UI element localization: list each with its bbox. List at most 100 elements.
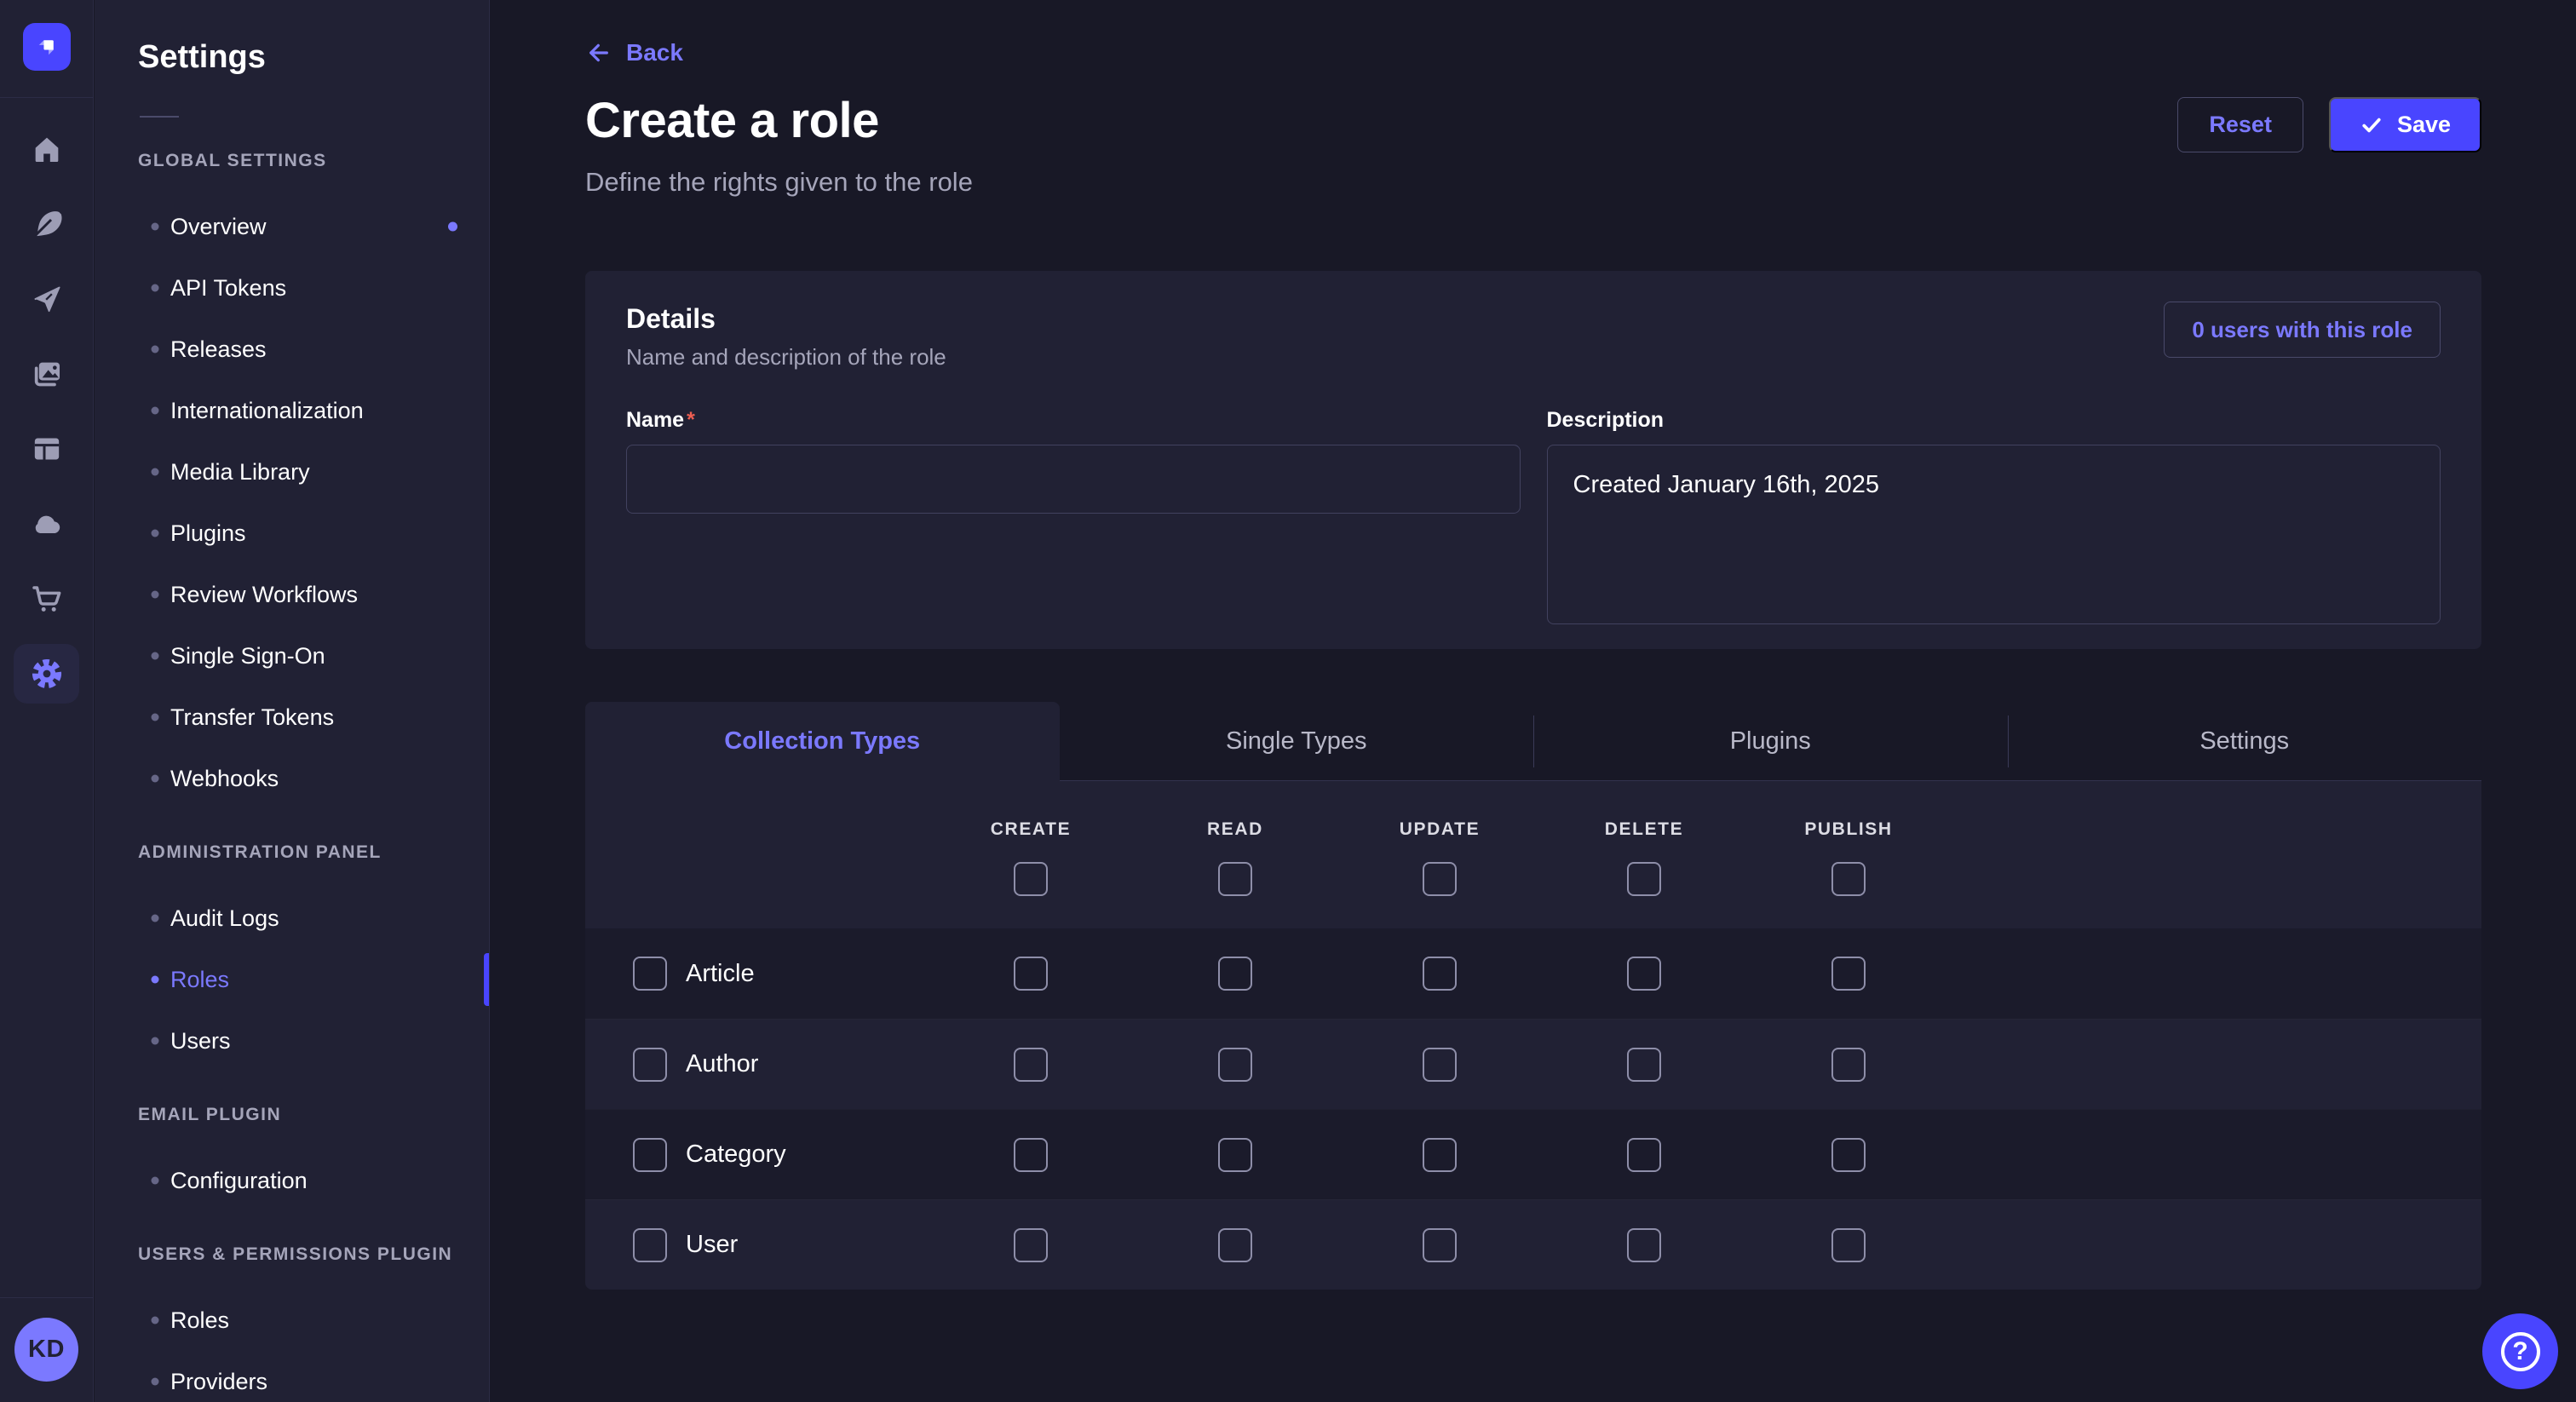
description-textarea[interactable]: Created January 16th, 2025	[1547, 445, 2441, 624]
users-with-role-button[interactable]: 0 users with this role	[2164, 302, 2441, 358]
tab-label: Collection Types	[724, 727, 920, 756]
strapi-logo[interactable]	[23, 23, 71, 71]
bullet-icon	[152, 714, 159, 721]
sidebar-item-releases[interactable]: Releases	[95, 319, 489, 380]
sidebar-item-plugins[interactable]: Plugins	[95, 503, 489, 564]
sidebar-item-label: Transfer Tokens	[170, 704, 334, 731]
sidebar-title-rule	[140, 116, 179, 118]
content-manager-icon[interactable]	[14, 411, 80, 486]
column-header: DELETE	[1605, 819, 1683, 840]
row-select-checkbox-user[interactable]	[633, 1228, 667, 1262]
permission-checkbox-author-create[interactable]	[1014, 1048, 1048, 1082]
sidebar-item-media-library[interactable]: Media Library	[95, 441, 489, 503]
permission-checkbox-author-update[interactable]	[1423, 1048, 1457, 1082]
nav-section-label: ADMINISTRATION PANEL	[138, 836, 489, 870]
permission-checkbox-article-create[interactable]	[1014, 957, 1048, 991]
reset-button[interactable]: Reset	[2177, 97, 2303, 152]
sidebar-item-label: Releases	[170, 336, 267, 363]
tab-separator	[1533, 715, 1534, 767]
marketplace-icon[interactable]	[14, 561, 80, 636]
avatar[interactable]: KD	[14, 1318, 78, 1382]
column-select-checkbox-create[interactable]	[1014, 862, 1048, 896]
tab-single-types[interactable]: Single Types	[1060, 702, 1534, 781]
permission-checkbox-article-publish[interactable]	[1831, 957, 1866, 991]
row-select-checkbox-article[interactable]	[633, 957, 667, 991]
permission-checkbox-user-read[interactable]	[1218, 1228, 1252, 1262]
sidebar-item-roles[interactable]: Roles	[95, 949, 489, 1010]
row-select-checkbox-category[interactable]	[633, 1138, 667, 1172]
bullet-icon	[152, 976, 159, 984]
column-header: READ	[1207, 819, 1263, 840]
permission-checkbox-user-publish[interactable]	[1831, 1228, 1866, 1262]
sidebar-item-label: Audit Logs	[170, 905, 279, 932]
back-label: Back	[626, 39, 683, 66]
permission-checkbox-category-create[interactable]	[1014, 1138, 1048, 1172]
bullet-icon	[152, 1037, 159, 1045]
bullet-icon	[152, 530, 159, 537]
notification-dot	[448, 222, 457, 232]
cloud-icon[interactable]	[14, 486, 80, 561]
permission-row-category: Category	[585, 1109, 2481, 1199]
column-select-checkbox-delete[interactable]	[1627, 862, 1661, 896]
bullet-icon	[152, 468, 159, 476]
sidebar-item-label: Review Workflows	[170, 582, 358, 608]
bullet-icon	[152, 223, 159, 231]
permission-checkbox-category-read[interactable]	[1218, 1138, 1252, 1172]
sidebar-item-review-workflows[interactable]: Review Workflows	[95, 564, 489, 625]
icon-rail: KD	[0, 0, 94, 1402]
sidebar-item-audit-logs[interactable]: Audit Logs	[95, 888, 489, 949]
permission-checkbox-user-update[interactable]	[1423, 1228, 1457, 1262]
permission-row-user: User	[585, 1199, 2481, 1290]
sidebar-item-webhooks[interactable]: Webhooks	[95, 748, 489, 809]
tab-collection-types[interactable]: Collection Types	[585, 702, 1060, 781]
permission-checkbox-category-delete[interactable]	[1627, 1138, 1661, 1172]
sidebar-item-internationalization[interactable]: Internationalization	[95, 380, 489, 441]
sidebar-item-single-sign-on[interactable]: Single Sign-On	[95, 625, 489, 687]
save-button[interactable]: Save	[2329, 97, 2481, 152]
permission-checkbox-category-update[interactable]	[1423, 1138, 1457, 1172]
sidebar-item-label: Providers	[170, 1369, 267, 1395]
sidebar-item-users[interactable]: Users	[95, 1010, 489, 1072]
deploy-icon[interactable]	[14, 261, 80, 336]
home-icon[interactable]	[14, 112, 80, 187]
bullet-icon	[152, 1317, 159, 1324]
bullet-icon	[152, 284, 159, 292]
nav-section-label: EMAIL PLUGIN	[138, 1098, 489, 1132]
details-card-subtitle: Name and description of the role	[626, 344, 946, 371]
permission-checkbox-user-create[interactable]	[1014, 1228, 1048, 1262]
sidebar-item-providers[interactable]: Providers	[95, 1351, 489, 1402]
help-button[interactable]: ?	[2482, 1313, 2558, 1389]
settings-nav-sections: GLOBAL SETTINGSOverviewAPI TokensRelease…	[95, 144, 489, 1402]
bullet-icon	[152, 591, 159, 599]
sidebar-item-transfer-tokens[interactable]: Transfer Tokens	[95, 687, 489, 748]
rail-bottom-divider	[0, 1297, 93, 1298]
sidebar-item-roles[interactable]: Roles	[95, 1290, 489, 1351]
tab-settings[interactable]: Settings	[2008, 702, 2482, 781]
name-input[interactable]	[626, 445, 1521, 514]
column-select-checkbox-read[interactable]	[1218, 862, 1252, 896]
sidebar-item-api-tokens[interactable]: API Tokens	[95, 257, 489, 319]
permission-checkbox-category-publish[interactable]	[1831, 1138, 1866, 1172]
sidebar-item-configuration[interactable]: Configuration	[95, 1150, 489, 1211]
sidebar-item-label: Configuration	[170, 1168, 308, 1194]
permission-checkbox-article-delete[interactable]	[1627, 957, 1661, 991]
permission-checkbox-author-delete[interactable]	[1627, 1048, 1661, 1082]
permission-checkbox-author-publish[interactable]	[1831, 1048, 1866, 1082]
sidebar-item-overview[interactable]: Overview	[95, 196, 489, 257]
permission-checkbox-user-delete[interactable]	[1627, 1228, 1661, 1262]
row-select-checkbox-author[interactable]	[633, 1048, 667, 1082]
sidebar-item-label: Internationalization	[170, 398, 364, 424]
column-select-checkbox-publish[interactable]	[1831, 862, 1866, 896]
column-select-checkbox-update[interactable]	[1423, 862, 1457, 896]
media-library-icon[interactable]	[14, 336, 80, 411]
permissions-panel: CREATEREADUPDATEDELETEPUBLISH ArticleAut…	[585, 781, 2481, 1290]
permission-checkbox-article-read[interactable]	[1218, 957, 1252, 991]
content-type-builder-icon[interactable]	[14, 187, 80, 261]
settings-icon[interactable]	[14, 636, 80, 711]
tab-label: Single Types	[1226, 727, 1367, 756]
permission-checkbox-author-read[interactable]	[1218, 1048, 1252, 1082]
back-link[interactable]: Back	[585, 39, 683, 66]
permissions-section: Collection Types Single Types PluginsSetti…	[585, 702, 2481, 1290]
permission-checkbox-article-update[interactable]	[1423, 957, 1457, 991]
tab-plugins[interactable]: Plugins	[1533, 702, 2008, 781]
